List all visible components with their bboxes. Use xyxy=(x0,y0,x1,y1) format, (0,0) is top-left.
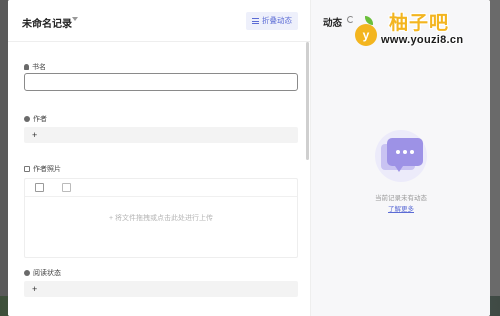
book-name-input[interactable] xyxy=(24,73,298,91)
watermark-url: www.youzi8.cn xyxy=(381,34,464,46)
record-title[interactable]: 未命名记录 xyxy=(22,15,72,30)
empty-activity-illustration xyxy=(375,130,427,182)
field-label-author: 作者 xyxy=(24,114,47,124)
field-label-book-name: 书名 xyxy=(24,62,46,72)
field-label-text: 作者照片 xyxy=(33,166,61,173)
person-icon xyxy=(24,64,29,70)
watermark-logo: y 柚子吧 www.youzi8.cn xyxy=(353,4,493,52)
chevron-down-icon[interactable] xyxy=(72,17,78,21)
author-add-button[interactable]: + xyxy=(24,127,298,143)
field-label-reading-status: 阅读状态 xyxy=(24,268,61,278)
circle-icon xyxy=(24,116,30,122)
circle-icon xyxy=(24,270,30,276)
watermark-name: 柚子吧 xyxy=(389,13,450,34)
reading-status-add-button[interactable]: + xyxy=(24,281,298,297)
field-label-text: 书名 xyxy=(32,64,46,71)
field-label-text: 作者 xyxy=(33,116,47,123)
empty-activity-text: 当前记录未有动态 xyxy=(375,195,427,202)
image-icon[interactable] xyxy=(62,183,71,192)
collapse-activity-label: 折叠动态 xyxy=(262,16,292,25)
upload-divider xyxy=(25,196,297,197)
author-photo-upload[interactable]: + 将文件拖拽或点击此处进行上传 xyxy=(24,178,298,258)
collapse-activity-button[interactable]: 折叠动态 xyxy=(246,12,298,30)
collapse-icon xyxy=(252,18,259,24)
logo-circle-icon: y xyxy=(355,24,377,46)
activity-title: 动态 xyxy=(323,18,343,29)
field-label-author-photo: 作者照片 xyxy=(24,164,61,174)
file-icon[interactable] xyxy=(35,183,44,192)
form-scrollbar[interactable] xyxy=(306,42,309,160)
image-icon xyxy=(24,166,30,172)
record-header: 未命名记录 折叠动态 xyxy=(8,0,310,42)
learn-more-link[interactable]: 了解更多 xyxy=(311,203,490,213)
field-label-text: 阅读状态 xyxy=(33,270,61,277)
upload-hint[interactable]: + 将文件拖拽或点击此处进行上传 xyxy=(25,213,297,223)
upload-tabs xyxy=(35,183,71,192)
backdrop-left xyxy=(0,0,8,316)
record-form-panel: 未命名记录 折叠动态 书名 作者 + 作者照片 + 将文件拖拽或点击此处进行上传… xyxy=(8,0,310,316)
